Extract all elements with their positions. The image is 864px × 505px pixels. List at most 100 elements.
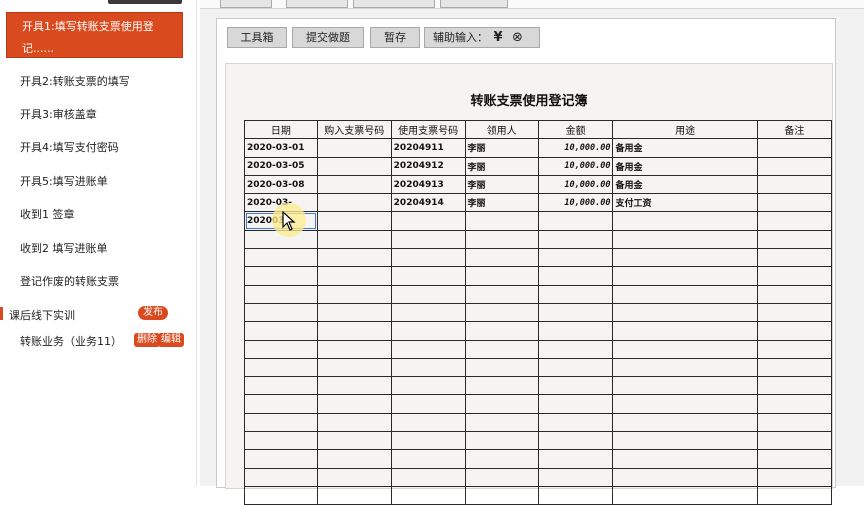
- cell-date[interactable]: [244, 302, 318, 323]
- cell-note[interactable]: [756, 193, 833, 213]
- submit-button[interactable]: 提交做题: [292, 27, 364, 48]
- cell-amount[interactable]: 10,000.00: [537, 193, 614, 213]
- cell-purpose[interactable]: [612, 284, 758, 304]
- cell-purpose[interactable]: 支付工资: [612, 193, 758, 213]
- cell-buy-no[interactable]: [316, 248, 392, 268]
- cell-buy-no[interactable]: [316, 211, 392, 231]
- cell-use-no[interactable]: [390, 376, 466, 396]
- cell-buy-no[interactable]: [316, 412, 392, 433]
- cell-purpose[interactable]: [612, 266, 758, 286]
- cell-receiver[interactable]: 李丽: [464, 138, 539, 158]
- cell-receiver[interactable]: [464, 357, 539, 378]
- cell-amount[interactable]: [537, 211, 614, 231]
- cell-purpose[interactable]: [612, 467, 758, 487]
- cell-date[interactable]: 2020-03-08: [244, 174, 318, 195]
- cell-receiver[interactable]: [464, 449, 539, 469]
- cell-buy-no[interactable]: [316, 229, 392, 250]
- cell-purpose[interactable]: [612, 229, 758, 250]
- cell-purpose[interactable]: 备用金: [612, 156, 758, 176]
- cell-purpose[interactable]: 备用金: [612, 138, 758, 158]
- cell-buy-no[interactable]: [316, 193, 392, 213]
- cell-receiver[interactable]: [464, 467, 539, 487]
- cell-date[interactable]: [244, 467, 318, 487]
- edit-button[interactable]: 编辑: [158, 333, 184, 347]
- cell-use-no[interactable]: [390, 449, 466, 469]
- cell-use-no[interactable]: [390, 211, 466, 231]
- cell-date[interactable]: [244, 412, 318, 433]
- cell-purpose[interactable]: 备用金: [612, 174, 758, 195]
- cell-use-no[interactable]: [390, 467, 466, 487]
- cell-use-no[interactable]: [390, 339, 466, 359]
- cell-date[interactable]: [244, 321, 318, 341]
- top-tab-2[interactable]: [353, 0, 435, 8]
- cell-note[interactable]: [756, 394, 833, 414]
- cell-date[interactable]: [244, 485, 318, 505]
- cell-amount[interactable]: [537, 449, 614, 469]
- save-draft-button[interactable]: 暂存: [370, 27, 420, 48]
- cell-note[interactable]: [756, 248, 833, 268]
- cell-note[interactable]: [756, 229, 833, 250]
- cell-use-no[interactable]: [390, 357, 466, 378]
- cell-buy-no[interactable]: [316, 266, 392, 286]
- cell-use-no[interactable]: [390, 302, 466, 323]
- cell-receiver[interactable]: [464, 485, 539, 505]
- cell-receiver[interactable]: [464, 302, 539, 323]
- cell-use-no[interactable]: [390, 266, 466, 286]
- cell-note[interactable]: [756, 449, 833, 469]
- cell-receiver[interactable]: [464, 394, 539, 414]
- cell-amount[interactable]: [537, 284, 614, 304]
- cell-buy-no[interactable]: [316, 449, 392, 469]
- publish-button[interactable]: 发布: [138, 306, 168, 320]
- cell-amount[interactable]: [537, 302, 614, 323]
- cell-receiver[interactable]: [464, 376, 539, 396]
- cell-note[interactable]: [756, 485, 833, 505]
- cell-buy-no[interactable]: [316, 321, 392, 341]
- cell-use-no[interactable]: [390, 229, 466, 250]
- cell-use-no[interactable]: [390, 431, 466, 451]
- cell-receiver[interactable]: [464, 412, 539, 433]
- cell-amount[interactable]: 10,000.00: [537, 174, 614, 195]
- cell-amount[interactable]: [537, 339, 614, 359]
- cell-purpose[interactable]: [612, 431, 758, 451]
- yen-icon[interactable]: ¥: [494, 30, 503, 45]
- cell-amount[interactable]: [537, 467, 614, 487]
- cell-note[interactable]: [756, 467, 833, 487]
- cell-date[interactable]: 2020-03-: [244, 193, 318, 213]
- cell-note[interactable]: [756, 284, 833, 304]
- cell-use-no[interactable]: 20204914: [390, 193, 466, 213]
- cell-note[interactable]: [756, 156, 833, 176]
- top-tab-3[interactable]: [440, 0, 508, 8]
- cell-receiver[interactable]: 李丽: [464, 174, 539, 195]
- cell-buy-no[interactable]: [316, 394, 392, 414]
- cell-receiver[interactable]: [464, 431, 539, 451]
- cell-purpose[interactable]: [612, 449, 758, 469]
- cell-date[interactable]: [244, 229, 318, 250]
- cell-buy-no[interactable]: [316, 485, 392, 505]
- cell-purpose[interactable]: [612, 211, 758, 231]
- cell-purpose[interactable]: [612, 321, 758, 341]
- cell-note[interactable]: [756, 211, 833, 231]
- cell-date[interactable]: 2020-03-05: [244, 156, 318, 176]
- cell-date[interactable]: [244, 394, 318, 414]
- cell-note[interactable]: [756, 321, 833, 341]
- cell-use-no[interactable]: [390, 321, 466, 341]
- toolbox-button[interactable]: 工具箱: [227, 27, 287, 48]
- cell-date[interactable]: [244, 357, 318, 378]
- cell-buy-no[interactable]: [316, 156, 392, 176]
- sidebar-item-step1[interactable]: 开具1:填写转账支票使用登记......: [6, 12, 183, 58]
- cell-purpose[interactable]: [612, 485, 758, 505]
- cell-amount[interactable]: [537, 229, 614, 250]
- cell-purpose[interactable]: [612, 357, 758, 378]
- cell-purpose[interactable]: [612, 339, 758, 359]
- cell-amount[interactable]: [537, 266, 614, 286]
- cell-use-no[interactable]: [390, 394, 466, 414]
- cell-buy-no[interactable]: [316, 376, 392, 396]
- cell-date[interactable]: [244, 376, 318, 396]
- cell-receiver[interactable]: [464, 211, 539, 231]
- cell-date[interactable]: [244, 339, 318, 359]
- cell-date[interactable]: [244, 431, 318, 451]
- clear-icon[interactable]: ⊗: [512, 30, 523, 45]
- cell-receiver[interactable]: 李丽: [464, 156, 539, 176]
- cell-date[interactable]: 2020-03-01: [244, 138, 318, 158]
- cell-buy-no[interactable]: [316, 431, 392, 451]
